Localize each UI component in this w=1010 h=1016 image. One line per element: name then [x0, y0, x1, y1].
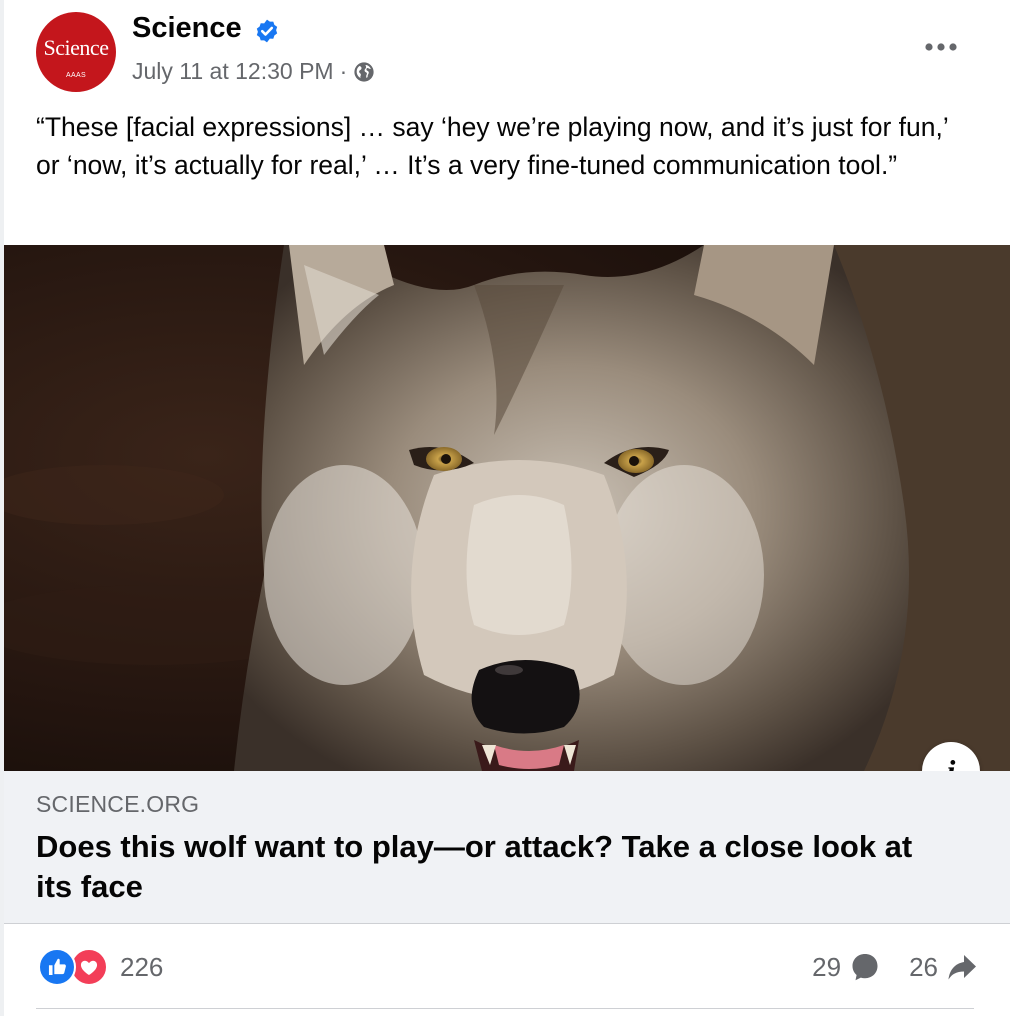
verified-badge-icon	[256, 19, 278, 43]
page-name-link[interactable]: Science	[132, 12, 242, 45]
post-timestamp[interactable]: July 11 at 12:30 PM	[132, 58, 334, 85]
wolf-image	[4, 245, 1010, 771]
meta-separator: ·	[339, 58, 348, 84]
like-icon	[38, 948, 76, 986]
link-preview-card[interactable]: SCIENCE.ORG Does this wolf want to play—…	[4, 771, 1010, 924]
comment-count[interactable]: 29	[812, 952, 841, 983]
share-icon[interactable]	[946, 951, 978, 983]
globe-icon[interactable]	[353, 61, 375, 83]
more-options-icon[interactable]	[922, 36, 962, 58]
post-meta: July 11 at 12:30 PM ·	[132, 58, 375, 85]
reaction-count: 226	[120, 951, 164, 982]
post-caption: “These [facial expressions] … say ‘hey w…	[36, 112, 948, 180]
reactions-summary[interactable]: 226	[38, 948, 163, 986]
avatar-sub-text: AAAS	[66, 72, 86, 79]
link-headline[interactable]: Does this wolf want to play—or attack? T…	[36, 827, 956, 907]
share-count[interactable]: 26	[909, 952, 938, 983]
page-avatar[interactable]: Science AAAS	[36, 12, 116, 92]
link-preview-image[interactable]	[4, 245, 1010, 771]
action-divider	[36, 1008, 974, 1009]
avatar-logo-text: Science	[43, 35, 109, 60]
link-domain: SCIENCE.ORG	[36, 791, 200, 817]
engagement-stats: 29 26	[812, 948, 978, 986]
comment-icon[interactable]	[849, 951, 881, 983]
